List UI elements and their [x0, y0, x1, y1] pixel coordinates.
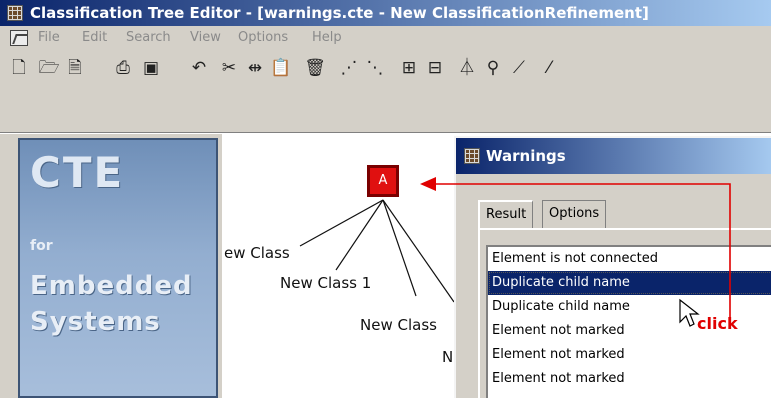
- cte-logo: CTE: [30, 148, 125, 197]
- move-icon[interactable]: ⇹: [242, 55, 268, 81]
- delete-icon[interactable]: 🗑: [302, 55, 328, 81]
- menu-edit[interactable]: Edit: [82, 26, 107, 50]
- tree-node-label[interactable]: ew Class: [224, 244, 290, 262]
- menu-search[interactable]: Search: [126, 26, 171, 50]
- dialog-title-bar[interactable]: Warnings: [456, 138, 771, 174]
- new-document-icon[interactable]: 🗋: [6, 55, 32, 81]
- branding-banner: CTE for Embedded Systems: [18, 138, 218, 398]
- warning-list-item[interactable]: Element not marked: [488, 367, 771, 391]
- app-icon: [7, 5, 23, 21]
- branding-systems: Systems: [30, 307, 161, 337]
- open-icon[interactable]: 🗁: [36, 55, 62, 81]
- save-icon[interactable]: 🗎: [62, 55, 88, 81]
- undo-icon[interactable]: ↶: [186, 55, 212, 81]
- refine-icon[interactable]: ⟋: [506, 55, 532, 81]
- title-bar: Classification Tree Editor - [warnings.c…: [0, 0, 771, 26]
- print-icon[interactable]: ⎙: [110, 55, 136, 81]
- marker-icon[interactable]: ⁄: [536, 55, 562, 81]
- preview-icon[interactable]: ▣: [138, 55, 164, 81]
- tree-layout-icon[interactable]: ⋰: [336, 55, 362, 81]
- tree-root-node[interactable]: A: [367, 165, 399, 197]
- menu-bar: File Edit Search View Options Help: [0, 26, 771, 50]
- warning-list-item[interactable]: Element is not connected: [488, 247, 771, 271]
- paste-icon[interactable]: 📋: [268, 55, 294, 81]
- tree-node-label[interactable]: N: [442, 348, 453, 366]
- menu-file[interactable]: File: [38, 26, 60, 50]
- dialog-title: Warnings: [486, 147, 566, 165]
- tab-result[interactable]: Result: [478, 200, 534, 228]
- grid-icon[interactable]: ⊞: [396, 55, 422, 81]
- tree-node-label[interactable]: New Class 1: [280, 274, 371, 292]
- grid-alt-icon[interactable]: ⊟: [422, 55, 448, 81]
- side-panel: CTE for Embedded Systems: [0, 134, 222, 398]
- toolbar-buttons: 🗋 🗁 🗎 ⎙ ▣ ↶ ✂ ⇹ 📋 🗑 ⋰ ⋱ ⊞ ⊟ ⏃ ⚲ ⟋ ⁄: [6, 55, 771, 81]
- menu-options[interactable]: Options: [238, 26, 288, 50]
- app-icon: [464, 148, 480, 164]
- branding-for: for: [30, 238, 53, 254]
- menu-view[interactable]: View: [190, 26, 221, 50]
- click-annotation-label: click: [697, 314, 738, 333]
- branch-icon[interactable]: ⚲: [480, 55, 506, 81]
- classification-icon[interactable]: ⏃: [454, 55, 480, 81]
- tree-node-label[interactable]: New Class: [360, 316, 437, 334]
- tree-canvas[interactable]: A ew Class New Class 1 New Class N: [222, 134, 462, 398]
- tree-edges: [299, 199, 455, 303]
- tree-layout-alt-icon[interactable]: ⋱: [362, 55, 388, 81]
- branding-embedded: Embedded: [30, 271, 193, 301]
- menu-help[interactable]: Help: [312, 26, 342, 50]
- cut-icon[interactable]: ✂: [216, 55, 242, 81]
- warning-list-item[interactable]: Duplicate child name: [488, 271, 771, 295]
- window-title: Classification Tree Editor - [warnings.c…: [30, 4, 649, 22]
- warning-list-item[interactable]: Element not marked: [488, 343, 771, 367]
- document-icon[interactable]: [10, 30, 28, 46]
- warnings-dialog: Warnings Result Options Element is not c…: [454, 136, 771, 398]
- tab-options[interactable]: Options: [542, 200, 607, 228]
